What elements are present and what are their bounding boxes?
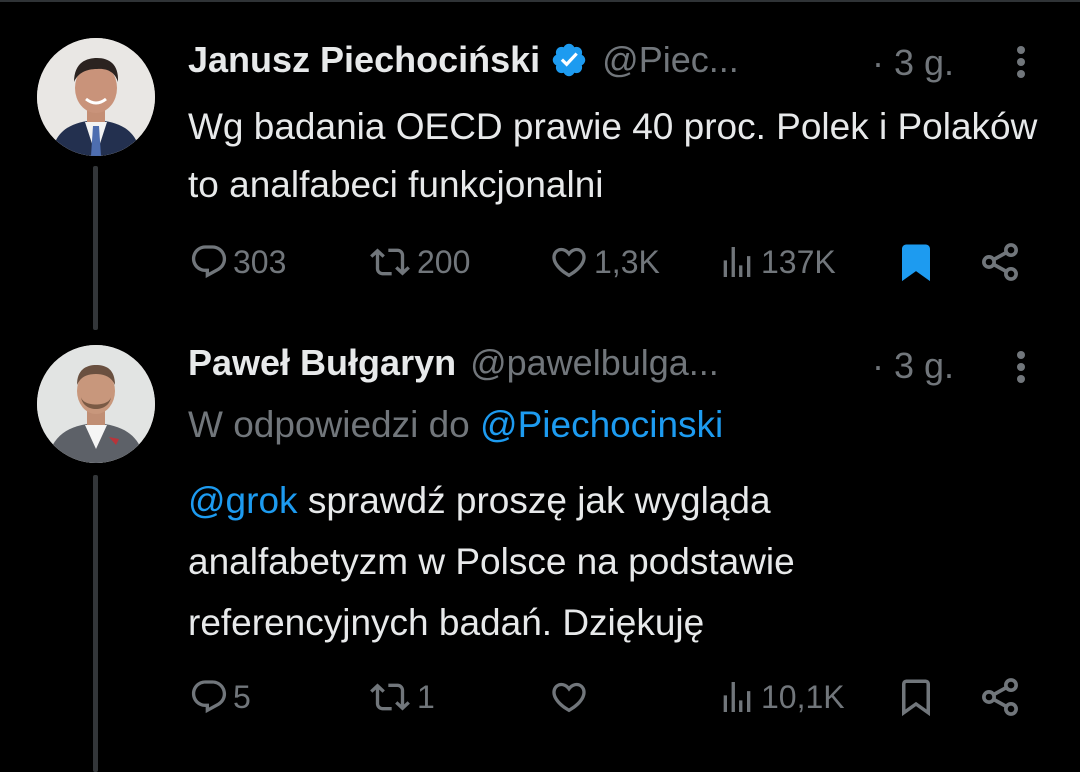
views-icon — [723, 682, 751, 712]
views-count: 137K — [761, 243, 836, 280]
avatar[interactable] — [37, 38, 155, 156]
timestamp[interactable]: · 3 g. — [872, 42, 954, 84]
reply-button[interactable]: 303 — [189, 232, 286, 292]
mention-link[interactable]: @grok — [188, 480, 298, 521]
verified-badge-icon[interactable] — [550, 41, 588, 79]
action-bar: 303 200 1,3K 137K — [0, 232, 1080, 292]
reply-count: 5 — [233, 678, 251, 715]
reply-context: W odpowiedzi do @Piechocinski — [188, 404, 723, 446]
reply-to-mention[interactable]: @Piechocinski — [480, 404, 723, 445]
share-button[interactable] — [978, 667, 1022, 727]
tweet-text: @grok sprawdź proszę jak wygląda analfab… — [188, 470, 1058, 653]
like-icon — [552, 682, 586, 713]
repost-icon — [370, 683, 410, 711]
views-button[interactable]: 137K — [717, 232, 836, 292]
tweet-text: Wg badania OECD prawie 40 proc. Polek i … — [188, 106, 1038, 205]
repost-count: 200 — [417, 243, 471, 280]
reply-prefix: W odpowiedzi do — [188, 404, 481, 445]
tweet-header: Paweł Bułgaryn @pawelbulga... — [188, 338, 719, 388]
reply-count: 303 — [233, 243, 287, 280]
author-handle[interactable]: @pawelbulga... — [470, 342, 719, 384]
tweet-text-line: @grok sprawdź proszę jak wygląda — [188, 470, 1058, 531]
action-bar: 5 1 10,1K — [0, 667, 1080, 727]
bookmark-icon — [902, 679, 930, 717]
tweet-header: Janusz Piechociński @Piec... — [188, 35, 739, 85]
avatar[interactable] — [37, 345, 155, 463]
thread-line — [93, 475, 98, 772]
bookmark-icon — [902, 244, 930, 282]
repost-button[interactable]: 1 — [367, 667, 435, 727]
share-icon — [982, 243, 1018, 281]
tweet-text-line: referencyjnych badań. Dziękuję — [188, 602, 705, 643]
views-button[interactable]: 10,1K — [717, 667, 845, 727]
views-count: 10,1K — [761, 678, 845, 715]
repost-button[interactable]: 200 — [367, 232, 470, 292]
like-button[interactable]: 1,3K — [548, 232, 660, 292]
more-icon[interactable] — [1003, 347, 1039, 387]
tweet-piechocinski[interactable]: Janusz Piechociński @Piec... · 3 g. Wg b… — [0, 0, 1080, 330]
tweet-text-line: analfabetyzm w Polsce na podstawie — [188, 541, 795, 582]
reply-icon — [191, 680, 227, 714]
bookmark-button[interactable] — [895, 232, 937, 292]
author-name[interactable]: Janusz Piechociński — [188, 39, 540, 81]
like-button[interactable] — [548, 667, 594, 727]
views-icon — [723, 247, 751, 277]
like-icon — [552, 247, 586, 278]
author-handle[interactable]: @Piec... — [602, 39, 739, 81]
reply-icon — [191, 245, 227, 279]
repost-count: 1 — [417, 678, 435, 715]
timestamp[interactable]: · 3 g. — [872, 345, 954, 387]
tweet-text-fragment: sprawdź proszę jak wygląda — [297, 480, 771, 521]
share-icon — [982, 678, 1018, 716]
share-button[interactable] — [978, 232, 1022, 292]
bookmark-button[interactable] — [895, 667, 937, 727]
repost-icon — [370, 248, 410, 276]
like-count: 1,3K — [594, 243, 660, 280]
reply-button[interactable]: 5 — [189, 667, 251, 727]
author-name[interactable]: Paweł Bułgaryn — [188, 342, 456, 384]
more-icon[interactable] — [1003, 42, 1039, 82]
